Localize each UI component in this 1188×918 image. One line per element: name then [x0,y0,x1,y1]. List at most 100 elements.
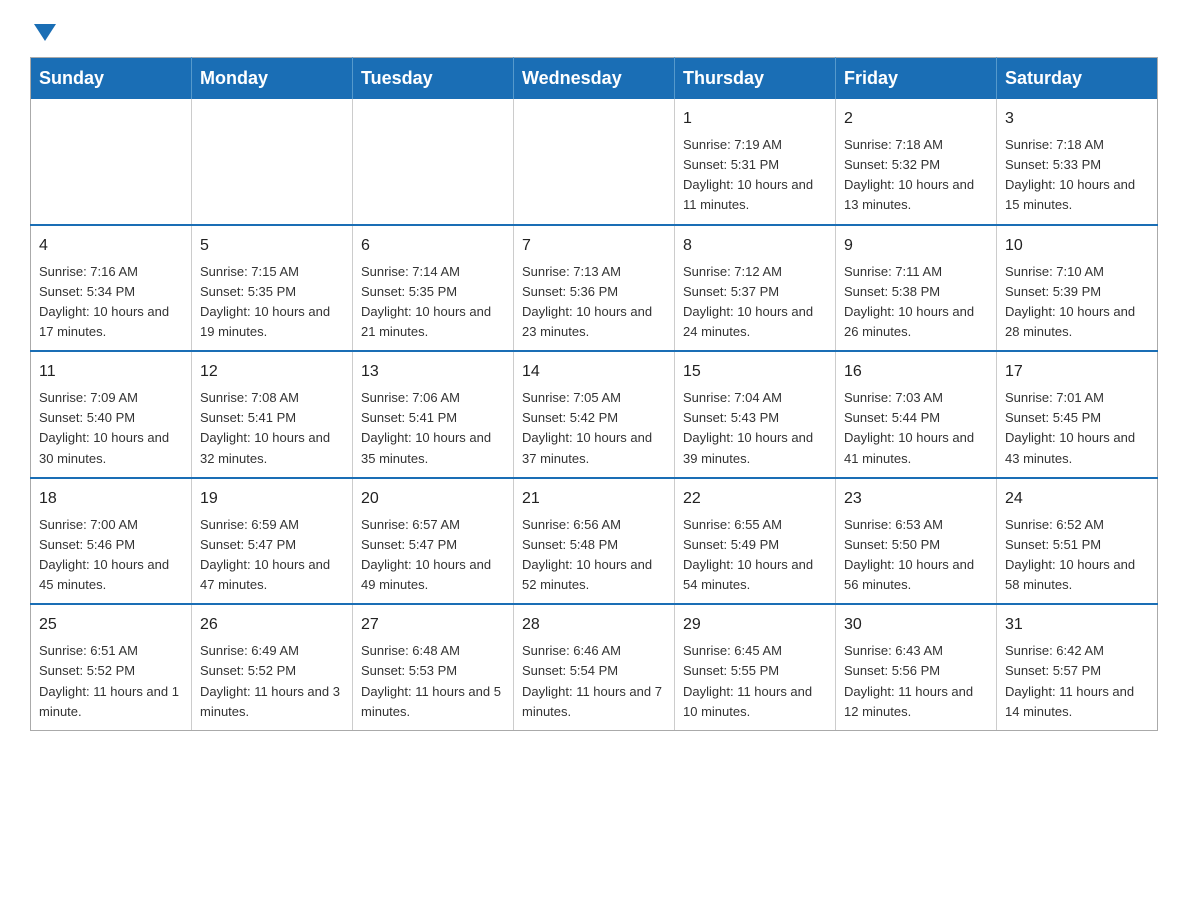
weekday-header-friday: Friday [836,58,997,100]
calendar-cell: 23 Sunrise: 6:53 AM Sunset: 5:50 PM Dayli… [836,478,997,605]
day-number: 11 [39,360,183,384]
logo [30,20,56,37]
day-info: Sunrise: 7:06 AM Sunset: 5:41 PM Dayligh… [361,388,505,469]
calendar-cell: 15 Sunrise: 7:04 AM Sunset: 5:43 PM Dayli… [675,351,836,478]
day-info: Sunrise: 7:10 AM Sunset: 5:39 PM Dayligh… [1005,262,1149,343]
day-info: Sunrise: 6:53 AM Sunset: 5:50 PM Dayligh… [844,515,988,596]
day-number: 28 [522,613,666,637]
logo-arrow-icon [34,24,56,41]
calendar-cell: 19Sunrise: 6:59 AM Sunset: 5:47 PM Dayli… [192,478,353,605]
day-number: 8 [683,234,827,258]
calendar-week-5: 25 Sunrise: 6:51 AM Sunset: 5:52 PM Dayli… [31,604,1158,730]
calendar-cell: 24 Sunrise: 6:52 AM Sunset: 5:51 PM Dayli… [997,478,1158,605]
calendar-cell: 27 Sunrise: 6:48 AM Sunset: 5:53 PM Dayli… [353,604,514,730]
day-info: Sunrise: 7:00 AM Sunset: 5:46 PM Dayligh… [39,515,183,596]
calendar-cell: 28 Sunrise: 6:46 AM Sunset: 5:54 PM Dayli… [514,604,675,730]
day-info: Sunrise: 7:03 AM Sunset: 5:44 PM Dayligh… [844,388,988,469]
day-info: Sunrise: 6:55 AM Sunset: 5:49 PM Dayligh… [683,515,827,596]
calendar-cell: 25 Sunrise: 6:51 AM Sunset: 5:52 PM Dayli… [31,604,192,730]
weekday-header-saturday: Saturday [997,58,1158,100]
calendar-cell: 14Sunrise: 7:05 AM Sunset: 5:42 PM Dayli… [514,351,675,478]
page-header [30,20,1158,37]
day-info: Sunrise: 7:11 AM Sunset: 5:38 PM Dayligh… [844,262,988,343]
day-number: 1 [683,107,827,131]
calendar-cell: 3 Sunrise: 7:18 AM Sunset: 5:33 PM Daylig… [997,99,1158,225]
weekday-header-sunday: Sunday [31,58,192,100]
day-info: Sunrise: 6:48 AM Sunset: 5:53 PM Dayligh… [361,641,505,722]
weekday-header-tuesday: Tuesday [353,58,514,100]
calendar-cell: 9 Sunrise: 7:11 AM Sunset: 5:38 PM Daylig… [836,225,997,352]
calendar-cell: 5 Sunrise: 7:15 AM Sunset: 5:35 PM Daylig… [192,225,353,352]
day-number: 3 [1005,107,1149,131]
weekday-header-thursday: Thursday [675,58,836,100]
day-info: Sunrise: 7:18 AM Sunset: 5:32 PM Dayligh… [844,135,988,216]
day-info: Sunrise: 7:12 AM Sunset: 5:37 PM Dayligh… [683,262,827,343]
calendar-table: SundayMondayTuesdayWednesdayThursdayFrid… [30,57,1158,731]
calendar-cell [353,99,514,225]
day-number: 18 [39,487,183,511]
day-number: 21 [522,487,666,511]
day-number: 6 [361,234,505,258]
day-number: 5 [200,234,344,258]
calendar-cell: 20Sunrise: 6:57 AM Sunset: 5:47 PM Dayli… [353,478,514,605]
day-info: Sunrise: 7:16 AM Sunset: 5:34 PM Dayligh… [39,262,183,343]
day-number: 15 [683,360,827,384]
day-number: 12 [200,360,344,384]
day-number: 23 [844,487,988,511]
day-info: Sunrise: 7:04 AM Sunset: 5:43 PM Dayligh… [683,388,827,469]
calendar-cell: 16 Sunrise: 7:03 AM Sunset: 5:44 PM Dayli… [836,351,997,478]
calendar-cell: 8 Sunrise: 7:12 AM Sunset: 5:37 PM Daylig… [675,225,836,352]
day-info: Sunrise: 7:09 AM Sunset: 5:40 PM Dayligh… [39,388,183,469]
day-info: Sunrise: 7:15 AM Sunset: 5:35 PM Dayligh… [200,262,344,343]
weekday-header-monday: Monday [192,58,353,100]
day-info: Sunrise: 7:01 AM Sunset: 5:45 PM Dayligh… [1005,388,1149,469]
day-info: Sunrise: 6:45 AM Sunset: 5:55 PM Dayligh… [683,641,827,722]
day-number: 27 [361,613,505,637]
calendar-cell: 30Sunrise: 6:43 AM Sunset: 5:56 PM Dayli… [836,604,997,730]
weekday-header-wednesday: Wednesday [514,58,675,100]
calendar-week-4: 18 Sunrise: 7:00 AM Sunset: 5:46 PM Dayli… [31,478,1158,605]
calendar-cell [31,99,192,225]
calendar-cell: 7 Sunrise: 7:13 AM Sunset: 5:36 PM Daylig… [514,225,675,352]
day-number: 25 [39,613,183,637]
day-number: 9 [844,234,988,258]
calendar-header-row: SundayMondayTuesdayWednesdayThursdayFrid… [31,58,1158,100]
calendar-cell: 12Sunrise: 7:08 AM Sunset: 5:41 PM Dayli… [192,351,353,478]
calendar-cell: 26 Sunrise: 6:49 AM Sunset: 5:52 PM Dayli… [192,604,353,730]
calendar-week-1: 1Sunrise: 7:19 AM Sunset: 5:31 PM Daylig… [31,99,1158,225]
day-number: 14 [522,360,666,384]
calendar-cell: 4 Sunrise: 7:16 AM Sunset: 5:34 PM Daylig… [31,225,192,352]
calendar-cell: 17Sunrise: 7:01 AM Sunset: 5:45 PM Dayli… [997,351,1158,478]
day-number: 7 [522,234,666,258]
day-info: Sunrise: 6:42 AM Sunset: 5:57 PM Dayligh… [1005,641,1149,722]
calendar-cell [192,99,353,225]
day-number: 4 [39,234,183,258]
day-info: Sunrise: 7:13 AM Sunset: 5:36 PM Dayligh… [522,262,666,343]
calendar-cell: 13 Sunrise: 7:06 AM Sunset: 5:41 PM Dayli… [353,351,514,478]
day-info: Sunrise: 6:46 AM Sunset: 5:54 PM Dayligh… [522,641,666,722]
day-number: 16 [844,360,988,384]
calendar-cell: 18 Sunrise: 7:00 AM Sunset: 5:46 PM Dayli… [31,478,192,605]
day-info: Sunrise: 6:43 AM Sunset: 5:56 PM Dayligh… [844,641,988,722]
day-number: 31 [1005,613,1149,637]
calendar-cell: 6Sunrise: 7:14 AM Sunset: 5:35 PM Daylig… [353,225,514,352]
day-info: Sunrise: 6:59 AM Sunset: 5:47 PM Dayligh… [200,515,344,596]
calendar-cell: 1Sunrise: 7:19 AM Sunset: 5:31 PM Daylig… [675,99,836,225]
calendar-cell: 22 Sunrise: 6:55 AM Sunset: 5:49 PM Dayli… [675,478,836,605]
day-number: 24 [1005,487,1149,511]
day-number: 26 [200,613,344,637]
day-number: 13 [361,360,505,384]
day-number: 22 [683,487,827,511]
calendar-cell: 21 Sunrise: 6:56 AM Sunset: 5:48 PM Dayli… [514,478,675,605]
day-info: Sunrise: 6:56 AM Sunset: 5:48 PM Dayligh… [522,515,666,596]
day-info: Sunrise: 6:57 AM Sunset: 5:47 PM Dayligh… [361,515,505,596]
calendar-cell: 10Sunrise: 7:10 AM Sunset: 5:39 PM Dayli… [997,225,1158,352]
calendar-cell: 31 Sunrise: 6:42 AM Sunset: 5:57 PM Dayli… [997,604,1158,730]
day-info: Sunrise: 6:52 AM Sunset: 5:51 PM Dayligh… [1005,515,1149,596]
day-info: Sunrise: 6:51 AM Sunset: 5:52 PM Dayligh… [39,641,183,722]
calendar-cell: 11 Sunrise: 7:09 AM Sunset: 5:40 PM Dayli… [31,351,192,478]
calendar-week-3: 11 Sunrise: 7:09 AM Sunset: 5:40 PM Dayli… [31,351,1158,478]
day-number: 29 [683,613,827,637]
day-info: Sunrise: 7:18 AM Sunset: 5:33 PM Dayligh… [1005,135,1149,216]
day-info: Sunrise: 6:49 AM Sunset: 5:52 PM Dayligh… [200,641,344,722]
